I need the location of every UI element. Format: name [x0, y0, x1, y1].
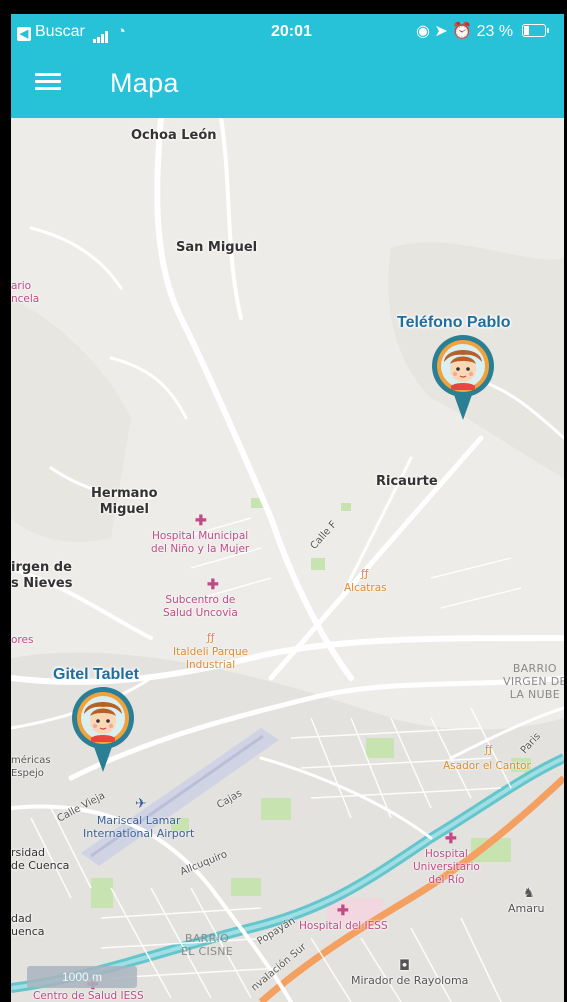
restaurant-icon: ƒƒ [361, 568, 369, 580]
place-edge-mericas: méricas Espejo [11, 755, 51, 779]
viewpoint-icon: ◘ [399, 958, 411, 974]
lock-rotation-icon: ◉ [416, 23, 430, 40]
back-label: Buscar [35, 23, 85, 40]
place-hermano-miguel: Hermano Miguel [91, 486, 158, 517]
hamburger-menu-icon[interactable] [35, 70, 61, 94]
status-time: 20:01 [271, 23, 312, 40]
place-virgen-nieves: irgen de s Nieves [11, 560, 73, 591]
place-edge-sidad: rsidad de Cuenca [11, 846, 70, 872]
poi-asador[interactable]: Asador el Cantor [443, 760, 531, 773]
poi-alcatras[interactable]: Alcatras [344, 582, 387, 595]
child-avatar-pin-icon [432, 335, 494, 420]
battery-percent: 23 % [476, 23, 514, 40]
barrio-virgen-nube: BARRIO VIRGEN DE LA NUBE [503, 662, 564, 701]
poi-hospital-nino[interactable]: Hospital Municipal del Niño y la Mujer [151, 530, 249, 556]
app-bar: Mapa [11, 50, 564, 118]
poi-hospital-iess[interactable]: Hospital del IESS [299, 920, 388, 933]
poi-hospital-rio[interactable]: Hospital Universitario del Río [413, 848, 480, 887]
signal-icon [93, 23, 109, 43]
map-scale: 1000 m [27, 966, 137, 988]
location-arrow-icon: ➤ [434, 23, 448, 40]
map-background [11, 118, 564, 1002]
poi-centro-iess[interactable]: Centro de Salud IESS [33, 990, 144, 1002]
poi-amaru[interactable]: Amaru [508, 902, 544, 915]
status-icons: ◉ ➤ ⏰ 23 % [416, 22, 549, 42]
device-marker-telefono-pablo[interactable] [431, 334, 495, 426]
back-to-app[interactable]: ◀ Buscar ◔ [17, 22, 126, 43]
hospital-icon: ✚ [445, 830, 457, 846]
battery-icon [521, 24, 549, 37]
child-avatar-pin-icon [72, 687, 134, 772]
back-arrow-icon: ◀ [17, 27, 31, 41]
airport-icon: ✈ [135, 796, 147, 812]
barrio-el-cisne: BARRIO EL CISNE [181, 932, 234, 958]
poi-mirador[interactable]: Mirador de Rayoloma [351, 974, 468, 987]
map-view[interactable]: Ochoa León San Miguel Ricaurte Hermano M… [11, 118, 564, 1002]
wifi-icon: ◔ [116, 23, 126, 40]
hospital-icon: ✚ [195, 512, 207, 528]
place-edge-ario: ario ncela [11, 280, 40, 305]
place-ricaurte: Ricaurte [376, 474, 438, 489]
device-label-gitel-tablet[interactable]: Gitel Tablet [53, 666, 139, 684]
zoo-icon: ♞ [523, 886, 535, 901]
place-ochoa-leon: Ochoa León [131, 128, 217, 143]
device-marker-gitel-tablet[interactable] [71, 686, 135, 778]
restaurant-icon: ƒƒ [207, 632, 215, 644]
page-title: Mapa [110, 68, 179, 98]
device-label-telefono-pablo[interactable]: Teléfono Pablo [397, 314, 510, 332]
poi-airport[interactable]: Mariscal Lamar International Airport [83, 814, 194, 840]
status-bar: ◀ Buscar ◔ 20:01 ◉ ➤ ⏰ 23 % [11, 14, 564, 50]
alarm-icon: ⏰ [452, 23, 473, 40]
place-edge-uenca: dad uenca [11, 912, 45, 938]
poi-subcentro[interactable]: Subcentro de Salud Uncovia [163, 594, 238, 620]
place-san-miguel: San Miguel [176, 240, 258, 255]
poi-italdeli[interactable]: Italdeli Parque Industrial [173, 646, 248, 672]
phone-screen: ◀ Buscar ◔ 20:01 ◉ ➤ ⏰ 23 % Mapa Ochoa L… [11, 14, 564, 1002]
health-center-icon: ✚ [207, 576, 219, 592]
place-edge-ores: ores [11, 634, 34, 646]
restaurant-icon: ƒƒ [485, 744, 493, 756]
hospital-icon: ✚ [337, 902, 349, 918]
